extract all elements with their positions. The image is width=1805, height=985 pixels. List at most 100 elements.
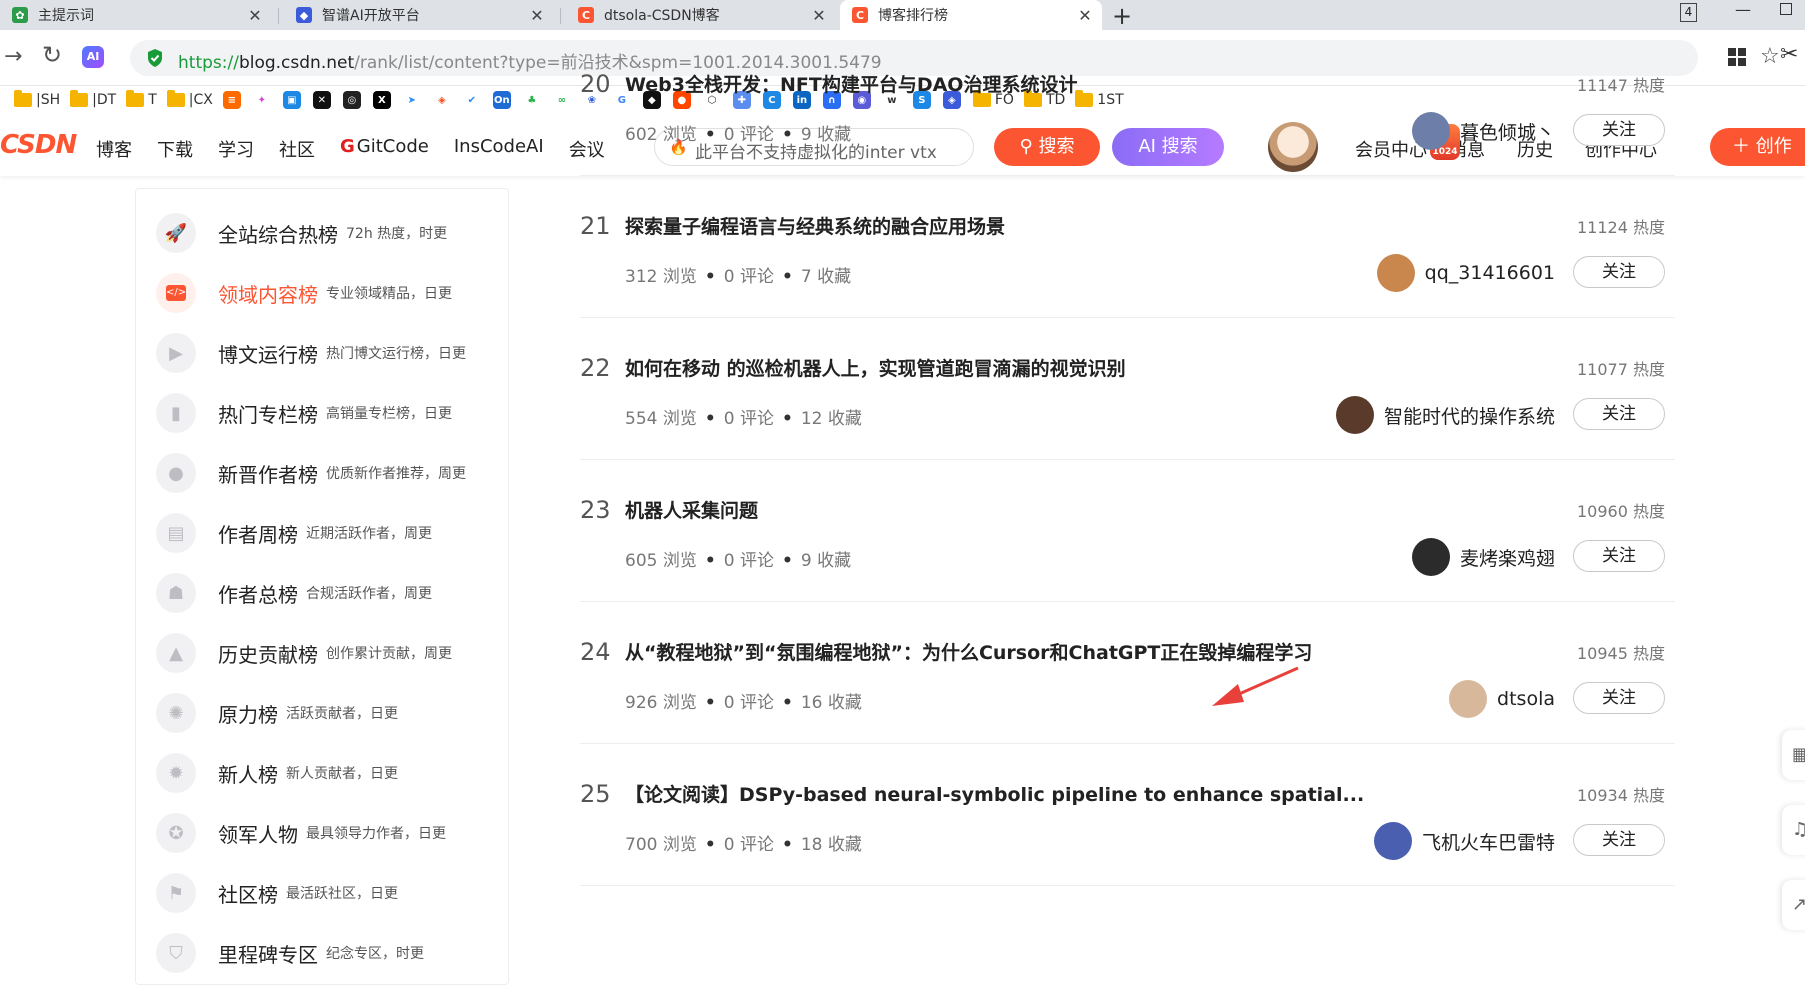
sidebar-item[interactable]: ▶ 博文运行榜 热门博文运行榜，日更	[156, 333, 466, 373]
sidebar-item[interactable]: </> 领域内容榜 专业领域精品，日更	[156, 273, 452, 313]
bookmark-site-icon[interactable]: ➤	[402, 91, 421, 109]
scroll-top-tool[interactable]: ↗	[1782, 880, 1805, 930]
author-link[interactable]: 暮色倾城丶	[1411, 112, 1555, 150]
tab-dtsola-blog[interactable]: C dtsola-CSDN博客 ✕	[566, 0, 836, 30]
sidebar-item-label: 全站综合热榜	[218, 222, 338, 247]
follow-button[interactable]: 关注	[1573, 682, 1665, 714]
newbie-icon: ✹	[156, 753, 196, 793]
separator-dot: •	[781, 693, 793, 713]
article-title-link[interactable]: Web3全栈开发：NFT构建平台与DAO治理系统设计	[625, 70, 1077, 97]
tab-title: 主提示词	[38, 8, 94, 24]
feedback-tool[interactable]: ♫	[1782, 805, 1805, 855]
nav-download[interactable]: 下载	[157, 136, 193, 162]
rank-number: 22	[580, 354, 611, 382]
author-link[interactable]: 智能时代的操作系统	[1335, 396, 1555, 434]
sidebar-item-label: 博文运行榜	[218, 342, 318, 367]
author-link[interactable]: qq_31416601	[1376, 254, 1555, 292]
bookmark-site-icon[interactable]: ✔	[462, 91, 481, 109]
figma-icon[interactable]: ◈	[432, 91, 451, 109]
author-avatar[interactable]	[1449, 680, 1488, 718]
bookmark-site-icon[interactable]: ≡	[222, 91, 241, 109]
follow-button[interactable]: 关注	[1573, 114, 1665, 146]
article-stats: 700 浏览 • 0 评论 • 18 收藏	[625, 830, 862, 855]
qr-code-tool[interactable]: ▦	[1782, 730, 1805, 780]
author-avatar[interactable]	[1376, 254, 1415, 292]
author-link[interactable]: dtsola	[1449, 680, 1555, 718]
bookmark-site-icon[interactable]: ∞	[552, 91, 571, 109]
sidebar-item[interactable]: ✪ 领军人物 最具领导力作者，日更	[156, 813, 446, 853]
tab-count-badge[interactable]: 4	[1680, 3, 1697, 22]
comment-count: 0 评论	[723, 551, 774, 571]
sidebar-item[interactable]: ● 新晋作者榜 优质新作者推荐，周更	[156, 453, 466, 493]
reload-icon[interactable]: ↻	[42, 41, 62, 69]
separator-dot: •	[781, 835, 793, 855]
nav-learn[interactable]: 学习	[218, 136, 254, 162]
article-title-link[interactable]: 如何在移动 的巡检机器人上，实现管道跑冒滴漏的视觉识别	[625, 354, 1126, 381]
follow-button[interactable]: 关注	[1573, 824, 1665, 856]
nav-inscodeai[interactable]: InsCodeAI	[454, 136, 544, 162]
maximize-button[interactable]	[1780, 3, 1792, 15]
close-icon[interactable]: ✕	[246, 6, 264, 25]
nav-blog[interactable]: 博客	[96, 136, 132, 162]
ai-assistant-icon[interactable]: AI	[82, 46, 104, 68]
x-icon[interactable]: X	[372, 91, 391, 109]
sidebar-item[interactable]: ⛉ 里程碑专区 纪念专区，时更	[156, 933, 424, 973]
author-link[interactable]: 飞机火车巴雷特	[1373, 822, 1555, 860]
article-title-link[interactable]: 【论文阅读】DSPy-based neural-symbolic pipelin…	[625, 780, 1364, 807]
bookmark-site-icon[interactable]: ▣	[282, 91, 301, 109]
tab-main-prompt[interactable]: ✿ 主提示词 ✕	[0, 0, 272, 30]
scissors-icon[interactable]: ✂	[1780, 42, 1798, 67]
minimize-button[interactable]: —	[1735, 0, 1751, 19]
sidebar-item[interactable]: ⚑ 社区榜 最活跃社区，日更	[156, 873, 398, 913]
apps-grid-icon[interactable]	[1728, 48, 1746, 66]
bookmark-site-icon[interactable]: ◎	[342, 91, 361, 109]
bookmark-folder[interactable]: |CX	[166, 90, 213, 108]
follow-button[interactable]: 关注	[1573, 398, 1665, 430]
separator-dot: •	[704, 125, 716, 145]
author-name: 智能时代的操作系统	[1383, 405, 1555, 428]
sidebar-item[interactable]: ▮ 热门专栏榜 高销量专栏榜，日更	[156, 393, 452, 433]
sidebar-item-desc: 新人贡献者，日更	[286, 766, 398, 782]
sidebar-item[interactable]: ▲ 历史贡献榜 创作累计贡献，周更	[156, 633, 452, 673]
article-stats: 312 浏览 • 0 评论 • 7 收藏	[625, 262, 851, 287]
author-link[interactable]: 麦烤楽鸡翅	[1411, 538, 1555, 576]
bookmark-site-icon[interactable]: ✦	[252, 91, 271, 109]
bookmark-site-icon[interactable]: ✕	[312, 91, 331, 109]
sidebar-item[interactable]: ✹ 新人榜 新人贡献者，日更	[156, 753, 398, 793]
bookmark-site-icon[interactable]: On	[492, 91, 511, 109]
bookmark-folder[interactable]: T	[126, 90, 157, 108]
article-title-link[interactable]: 机器人采集问题	[625, 496, 758, 523]
follow-button[interactable]: 关注	[1573, 256, 1665, 288]
sidebar-item[interactable]: 🚀 全站综合热榜 72h 热度，时更	[156, 213, 447, 253]
bookmark-star-icon[interactable]: ☆	[1760, 44, 1780, 69]
csdn-logo[interactable]: CSDN	[0, 130, 77, 160]
view-count: 700 浏览	[625, 835, 697, 855]
sidebar-item-desc: 近期活跃作者，周更	[306, 526, 432, 542]
sidebar-item[interactable]: ▤ 作者周榜 近期活跃作者，周更	[156, 513, 432, 553]
folder-icon	[14, 90, 32, 107]
close-icon[interactable]: ✕	[528, 6, 546, 25]
sidebar-item[interactable]: ☗ 作者总榜 合规活跃作者，周更	[156, 573, 432, 613]
close-icon[interactable]: ✕	[1076, 6, 1094, 25]
view-count: 605 浏览	[625, 551, 697, 571]
follow-button[interactable]: 关注	[1573, 540, 1665, 572]
tab-zhipu[interactable]: ◆ 智谱AI开放平台 ✕	[284, 0, 554, 30]
sidebar-item-desc: 高销量专栏榜，日更	[326, 406, 452, 422]
author-avatar[interactable]	[1373, 822, 1412, 860]
bookmark-site-icon[interactable]: ♣	[522, 91, 541, 109]
article-title-link[interactable]: 探索量子编程语言与经典系统的融合应用场景	[625, 212, 1005, 239]
forward-icon[interactable]: →	[4, 44, 22, 69]
bookmark-folder[interactable]: |DT	[70, 90, 116, 108]
create-button[interactable]: ＋ 创作	[1710, 128, 1805, 166]
folder-icon	[126, 90, 145, 107]
sidebar-item[interactable]: ✺ 原力榜 活跃贡献者，日更	[156, 693, 398, 733]
new-tab-button[interactable]: +	[1112, 2, 1132, 30]
nav-community[interactable]: 社区	[279, 136, 315, 162]
author-avatar[interactable]	[1411, 538, 1450, 576]
tab-blog-rank[interactable]: C 博客排行榜 ✕	[840, 0, 1102, 30]
author-avatar[interactable]	[1411, 112, 1450, 150]
close-icon[interactable]: ✕	[810, 6, 828, 25]
bookmark-folder[interactable]: |SH	[14, 90, 60, 108]
author-avatar[interactable]	[1335, 396, 1374, 434]
nav-gitcode[interactable]: G GitCode	[340, 136, 429, 162]
